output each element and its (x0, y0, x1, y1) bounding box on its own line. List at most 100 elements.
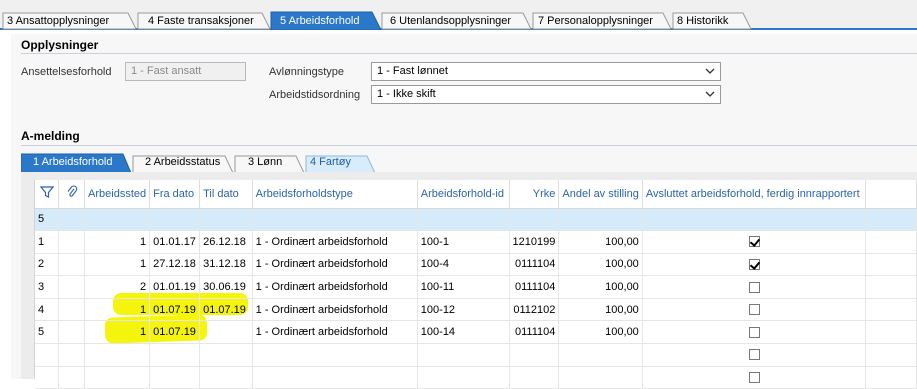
cell-avsluttet[interactable] (642, 230, 867, 254)
filter-column-header[interactable] (35, 180, 60, 209)
tab-faste-transaksjoner[interactable]: 4 Faste transaksjoner (148, 14, 254, 28)
table-row[interactable]: 1 1 01.01.17 26.12.18 1 - Ordinært arbeidsfo… (35, 230, 917, 254)
avsluttet-checkbox[interactable] (748, 349, 760, 361)
row-attachment (58, 253, 86, 277)
empty-cell (149, 343, 201, 367)
avsluttet-checkbox[interactable] (748, 304, 760, 316)
cell-arbeidssted: 2 (84, 275, 151, 299)
col-arbeidssted[interactable]: Arbeidssted (84, 180, 151, 209)
empty-row (35, 343, 917, 367)
cell-yrke: 0112102 (509, 298, 560, 322)
row-attachment (58, 230, 86, 254)
empty-cell (35, 366, 60, 389)
cell-til-dato: 30.06.19 (199, 275, 253, 299)
ansettelsesforhold-field: 1 - Fast ansatt (125, 62, 246, 81)
col-til-dato[interactable]: Til dato (199, 180, 253, 209)
row-attachment (58, 275, 86, 299)
empty-cell (199, 343, 253, 367)
chevron-down-icon (705, 68, 715, 74)
cell-arbeidssted: 1 (84, 320, 151, 345)
cell-arbeidsforhold-id: 100-14 (417, 320, 510, 345)
tab-ansattopplysninger[interactable]: 3 Ansattopplysninger (7, 14, 109, 28)
tab-personalopplysninger[interactable]: 7 Personalopplysninger (538, 14, 653, 28)
empty-row (35, 366, 917, 389)
col-arbeidsforhold-id[interactable]: Arbeidsforhold-id (417, 180, 510, 209)
cell-andel: 100,00 (558, 253, 643, 277)
avlonningstype-select[interactable]: 1 - Fast lønnet (371, 62, 721, 81)
cell-arbeidsforholdstype: 1 - Ordinært arbeidsforhold (252, 253, 418, 277)
empty-cell (558, 366, 643, 389)
avsluttet-checkbox[interactable] (748, 281, 760, 293)
row-number: 2 (35, 253, 60, 277)
empty-cell (58, 343, 86, 367)
cell-arbeidsforhold-id: 100-12 (417, 298, 510, 322)
cell-arbeidsforhold-id: 100-1 (417, 230, 510, 254)
tab-historikk[interactable]: 8 Historikk (677, 14, 728, 28)
cell-empty (865, 320, 917, 345)
avlonningstype-label: Avlønningstype (269, 66, 345, 78)
table-row[interactable]: 5 1 01.07.19 1 - Ordinært arbeidsforhold 100… (35, 320, 917, 345)
avsluttet-checkbox[interactable] (748, 372, 760, 384)
cell-avsluttet[interactable] (642, 298, 867, 322)
cell-avsluttet[interactable] (642, 275, 867, 299)
arbeidstidsordning-value: 1 - Ikke skift (377, 88, 436, 100)
cell-fra-dato: 01.07.19 (149, 298, 201, 322)
cell-avsluttet[interactable] (642, 253, 867, 277)
cell-andel: 100,00 (558, 298, 643, 322)
arbeidsforhold-grid: Arbeidssted Fra dato Til dato Arbeidsfor… (21, 172, 917, 389)
tab-utenlandsopplysninger[interactable]: 6 Utenlandsopplysninger (390, 14, 511, 28)
avsluttet-checkbox[interactable] (748, 259, 760, 271)
avsluttet-checkbox[interactable] (748, 236, 760, 248)
empty-cell (865, 343, 917, 367)
arbeidstidsordning-label: Arbeidstidsordning (269, 89, 361, 101)
row-number: 3 (35, 275, 60, 299)
table-row[interactable]: 3 2 01.01.19 30.06.19 1 - Ordinært arbeidsfo… (35, 275, 917, 299)
cell-til-dato: 31.12.18 (199, 253, 253, 277)
cell-andel: 100,00 (558, 230, 643, 254)
tab-arbeidsforhold[interactable]: 5 Arbeidsforhold (280, 14, 360, 28)
ansettelsesforhold-label: Ansettelsesforhold (21, 66, 112, 78)
new-row-count: 5 (35, 208, 60, 232)
col-arbeidsforholdstype[interactable]: Arbeidsforholdstype (252, 180, 418, 209)
col-avsluttet[interactable]: Avsluttet arbeidsforhold, ferdig innrapp… (642, 180, 867, 209)
col-andel-av-stilling[interactable]: Andel av stilling (558, 180, 643, 209)
cell-fra-dato: 01.01.19 (149, 275, 201, 299)
subtab-fartoy[interactable]: 4 Fartøy (310, 156, 351, 168)
cell-arbeidsforholdstype: 1 - Ordinært arbeidsforhold (252, 298, 418, 322)
cell-arbeidssted: 1 (84, 230, 151, 254)
cell-arbeidsforhold-id: 100-4 (417, 253, 510, 277)
chevron-down-icon (705, 91, 715, 97)
subtab-arbeidsstatus[interactable]: 2 Arbeidsstatus (145, 156, 220, 168)
cell-yrke: 1210199 (509, 230, 560, 254)
amelding-title: A-melding (21, 129, 80, 143)
cell-yrke: 0111104 (509, 253, 560, 277)
subtab-arbeidsforhold[interactable]: 1 Arbeidsforhold (33, 156, 113, 168)
arbeidstidsordning-select[interactable]: 1 - Ikke skift (371, 85, 721, 104)
filter-icon[interactable] (39, 185, 54, 199)
cell-fra-dato: 01.01.17 (149, 230, 201, 254)
row-number: 4 (35, 298, 60, 322)
table-row[interactable]: 4 1 01.07.19 01.07.19 1 - Ordinært arbeidsfo… (35, 298, 917, 322)
col-fra-dato[interactable]: Fra dato (149, 180, 201, 209)
empty-cell (509, 366, 560, 389)
cell-andel: 100,00 (558, 320, 643, 345)
arbeidsforhold-table: Arbeidssted Fra dato Til dato Arbeidsfor… (35, 180, 917, 389)
cell-avsluttet[interactable] (642, 320, 867, 345)
cell-fra-dato: 27.12.18 (149, 253, 201, 277)
table-row[interactable]: 2 1 27.12.18 31.12.18 1 - Ordinært arbeidsfo… (35, 253, 917, 277)
new-row[interactable]: 5 (35, 208, 917, 232)
cell-til-dato (199, 320, 253, 345)
paperclip-icon[interactable] (66, 185, 78, 199)
subtab-lonn[interactable]: 3 Lønn (248, 156, 282, 168)
attachment-column-header[interactable] (58, 180, 86, 209)
avsluttet-checkbox[interactable] (748, 326, 760, 338)
cell-arbeidssted: 1 (84, 298, 151, 322)
amelding-divider (21, 145, 917, 146)
empty-cell (509, 343, 560, 367)
cell-andel: 100,00 (558, 275, 643, 299)
cell-empty (865, 253, 917, 277)
row-number: 5 (35, 320, 60, 345)
cell-til-dato: 26.12.18 (199, 230, 253, 254)
row-attachment (58, 320, 86, 345)
col-yrke[interactable]: Yrke (509, 180, 560, 209)
